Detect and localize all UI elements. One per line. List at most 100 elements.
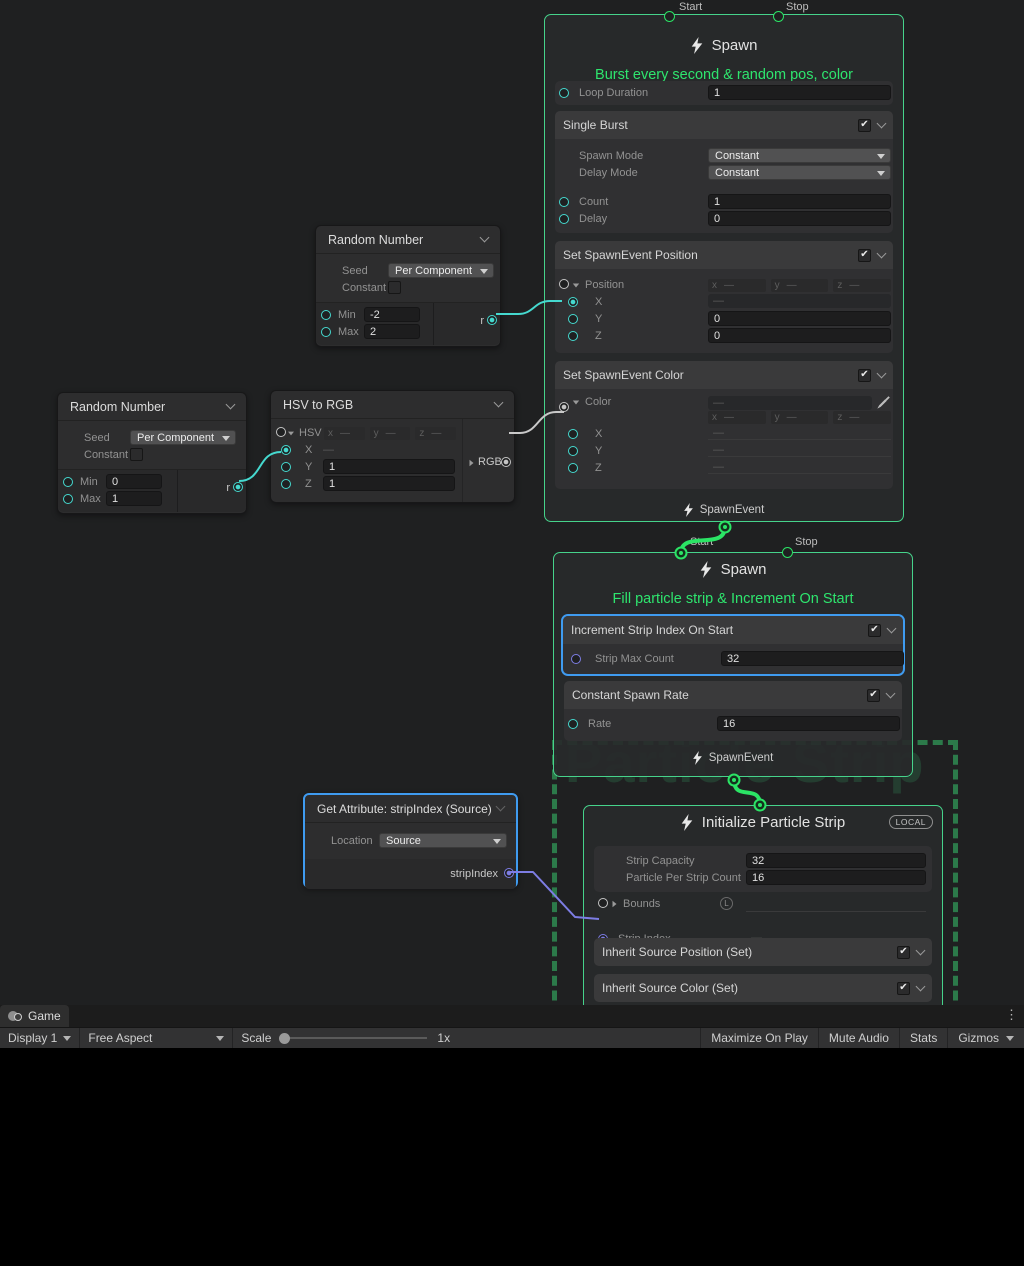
inherit-source-position-block[interactable]: Inherit Source Position (Set) ✔ [594,938,932,966]
constant-spawn-rate-block[interactable]: Constant Spawn Rate ✔ Rate 16 [564,681,902,741]
color-swatch-field[interactable]: — [708,396,872,410]
block-enabled-checkbox[interactable]: ✔ [858,119,871,132]
count-port[interactable] [559,197,569,207]
position-z-port[interactable] [568,331,578,341]
expander-down-icon[interactable] [573,283,579,287]
expander-right-icon[interactable] [613,901,617,907]
delay-port[interactable] [559,214,569,224]
eyedropper-icon[interactable] [877,395,891,409]
min-port[interactable] [321,310,331,320]
hsv-z-port[interactable] [281,479,291,489]
aspect-ratio-dropdown[interactable]: Free Aspect [80,1028,232,1048]
chevron-down-icon[interactable] [494,398,504,408]
strip-capacity-field[interactable]: 32 [746,853,926,868]
spawn-burst-start-port[interactable] [664,11,675,22]
hsv-z-field[interactable]: 1 [323,476,455,491]
scale-slider-knob[interactable] [279,1033,290,1044]
chevron-down-icon[interactable] [226,400,236,410]
seed-dropdown[interactable]: Per Component [388,263,494,278]
maximize-on-play-button[interactable]: Maximize On Play [700,1028,818,1048]
color-z-port[interactable] [568,463,578,473]
min-field[interactable]: -2 [364,307,420,322]
get-attribute-node[interactable]: Get Attribute: stripIndex (Source) Locat… [303,793,518,888]
position-port[interactable] [559,279,569,289]
chevron-down-icon[interactable] [877,368,887,378]
chevron-down-icon[interactable] [877,118,887,128]
spawn-burst-stop-port[interactable] [773,11,784,22]
seed-dropdown[interactable]: Per Component [130,430,236,445]
random-number-node-top[interactable]: Random Number Seed Per Component Constan… [315,225,501,347]
gizmos-dropdown[interactable]: Gizmos [947,1028,1024,1048]
rgb-output-port[interactable] [501,457,511,467]
block-enabled-checkbox[interactable]: ✔ [897,946,910,959]
particle-per-strip-count-field[interactable]: 16 [746,870,926,885]
hsv-port[interactable] [276,427,286,437]
expander-right-icon[interactable] [470,460,474,466]
hsv-y-field[interactable]: 1 [323,459,455,474]
loop-duration-field[interactable]: 1 [708,85,891,100]
hsv-y-port[interactable] [281,462,291,472]
chevron-down-icon[interactable] [916,981,926,991]
scale-slider[interactable] [281,1037,427,1039]
expander-down-icon[interactable] [573,400,579,404]
delay-field[interactable]: 0 [708,211,891,226]
spawn-strip-context[interactable]: Spawn Fill particle strip & Increment On… [553,552,913,777]
initialize-particle-strip-context[interactable]: Initialize Particle Strip LOCAL Strip Ca… [583,805,943,1020]
hsv-x-port[interactable] [281,445,291,455]
position-y-field[interactable]: 0 [708,311,891,326]
max-port[interactable] [321,327,331,337]
block-enabled-checkbox[interactable]: ✔ [897,982,910,995]
more-options-icon[interactable]: ⋮ [1005,1007,1018,1023]
rate-field[interactable]: 16 [717,716,900,731]
position-z-field[interactable]: 0 [708,328,891,343]
max-field[interactable]: 1 [106,491,162,506]
max-field[interactable]: 2 [364,324,420,339]
stats-button[interactable]: Stats [899,1028,947,1048]
block-enabled-checkbox[interactable]: ✔ [868,624,881,637]
color-x-port[interactable] [568,429,578,439]
rate-port[interactable] [568,719,578,729]
local-space-icon[interactable]: L [720,897,733,910]
block-enabled-checkbox[interactable]: ✔ [867,689,880,702]
inherit-source-color-block[interactable]: Inherit Source Color (Set) ✔ [594,974,932,1002]
constant-checkbox[interactable]: ✔ [130,448,143,461]
spawn-strip-stop-port[interactable] [782,547,793,558]
expander-down-icon[interactable] [288,431,294,435]
chevron-down-icon[interactable] [877,248,887,258]
chevron-down-icon[interactable] [887,623,897,633]
spawn-mode-dropdown[interactable]: Constant [708,148,891,163]
spawn-burst-context[interactable]: Spawn Burst every second & random pos, c… [544,14,904,522]
color-y-port[interactable] [568,446,578,456]
tab-game[interactable]: Game [0,1005,69,1027]
mute-audio-button[interactable]: Mute Audio [818,1028,899,1048]
count-field[interactable]: 1 [708,194,891,209]
set-spawnevent-position-block[interactable]: Set SpawnEvent Position ✔ Position x— y—… [555,241,893,353]
r-output-port[interactable] [487,315,497,325]
random-number-node-left[interactable]: Random Number Seed Per Component Constan… [57,392,247,514]
chevron-down-icon[interactable] [496,802,506,812]
increment-strip-index-block[interactable]: Increment Strip Index On Start ✔ Strip M… [561,614,905,676]
constant-checkbox[interactable]: ✔ [388,281,401,294]
strip-max-count-field[interactable]: 32 [721,651,904,666]
stripindex-output-port[interactable] [504,868,514,878]
set-spawnevent-color-block[interactable]: Set SpawnEvent Color ✔ Color — x— y— [555,361,893,489]
chevron-down-icon[interactable] [916,945,926,955]
delay-mode-dropdown[interactable]: Constant [708,165,891,180]
position-x-port[interactable] [568,297,578,307]
max-port[interactable] [63,494,73,504]
position-y-port[interactable] [568,314,578,324]
hsv-to-rgb-node[interactable]: HSV to RGB HSV x— y— z— X — [270,390,515,503]
chevron-down-icon[interactable] [480,233,490,243]
location-dropdown[interactable]: Source [379,833,507,848]
single-burst-block[interactable]: Single Burst ✔ Spawn Mode Constant Delay… [555,111,893,233]
block-enabled-checkbox[interactable]: ✔ [858,369,871,382]
bounds-port[interactable] [598,898,608,908]
min-port[interactable] [63,477,73,487]
strip-max-count-port[interactable] [571,654,581,664]
chevron-down-icon[interactable] [886,688,896,698]
min-field[interactable]: 0 [106,474,162,489]
loop-duration-port[interactable] [559,88,569,98]
display-dropdown[interactable]: Display 1 [0,1028,79,1048]
block-enabled-checkbox[interactable]: ✔ [858,249,871,262]
r-output-port[interactable] [233,482,243,492]
